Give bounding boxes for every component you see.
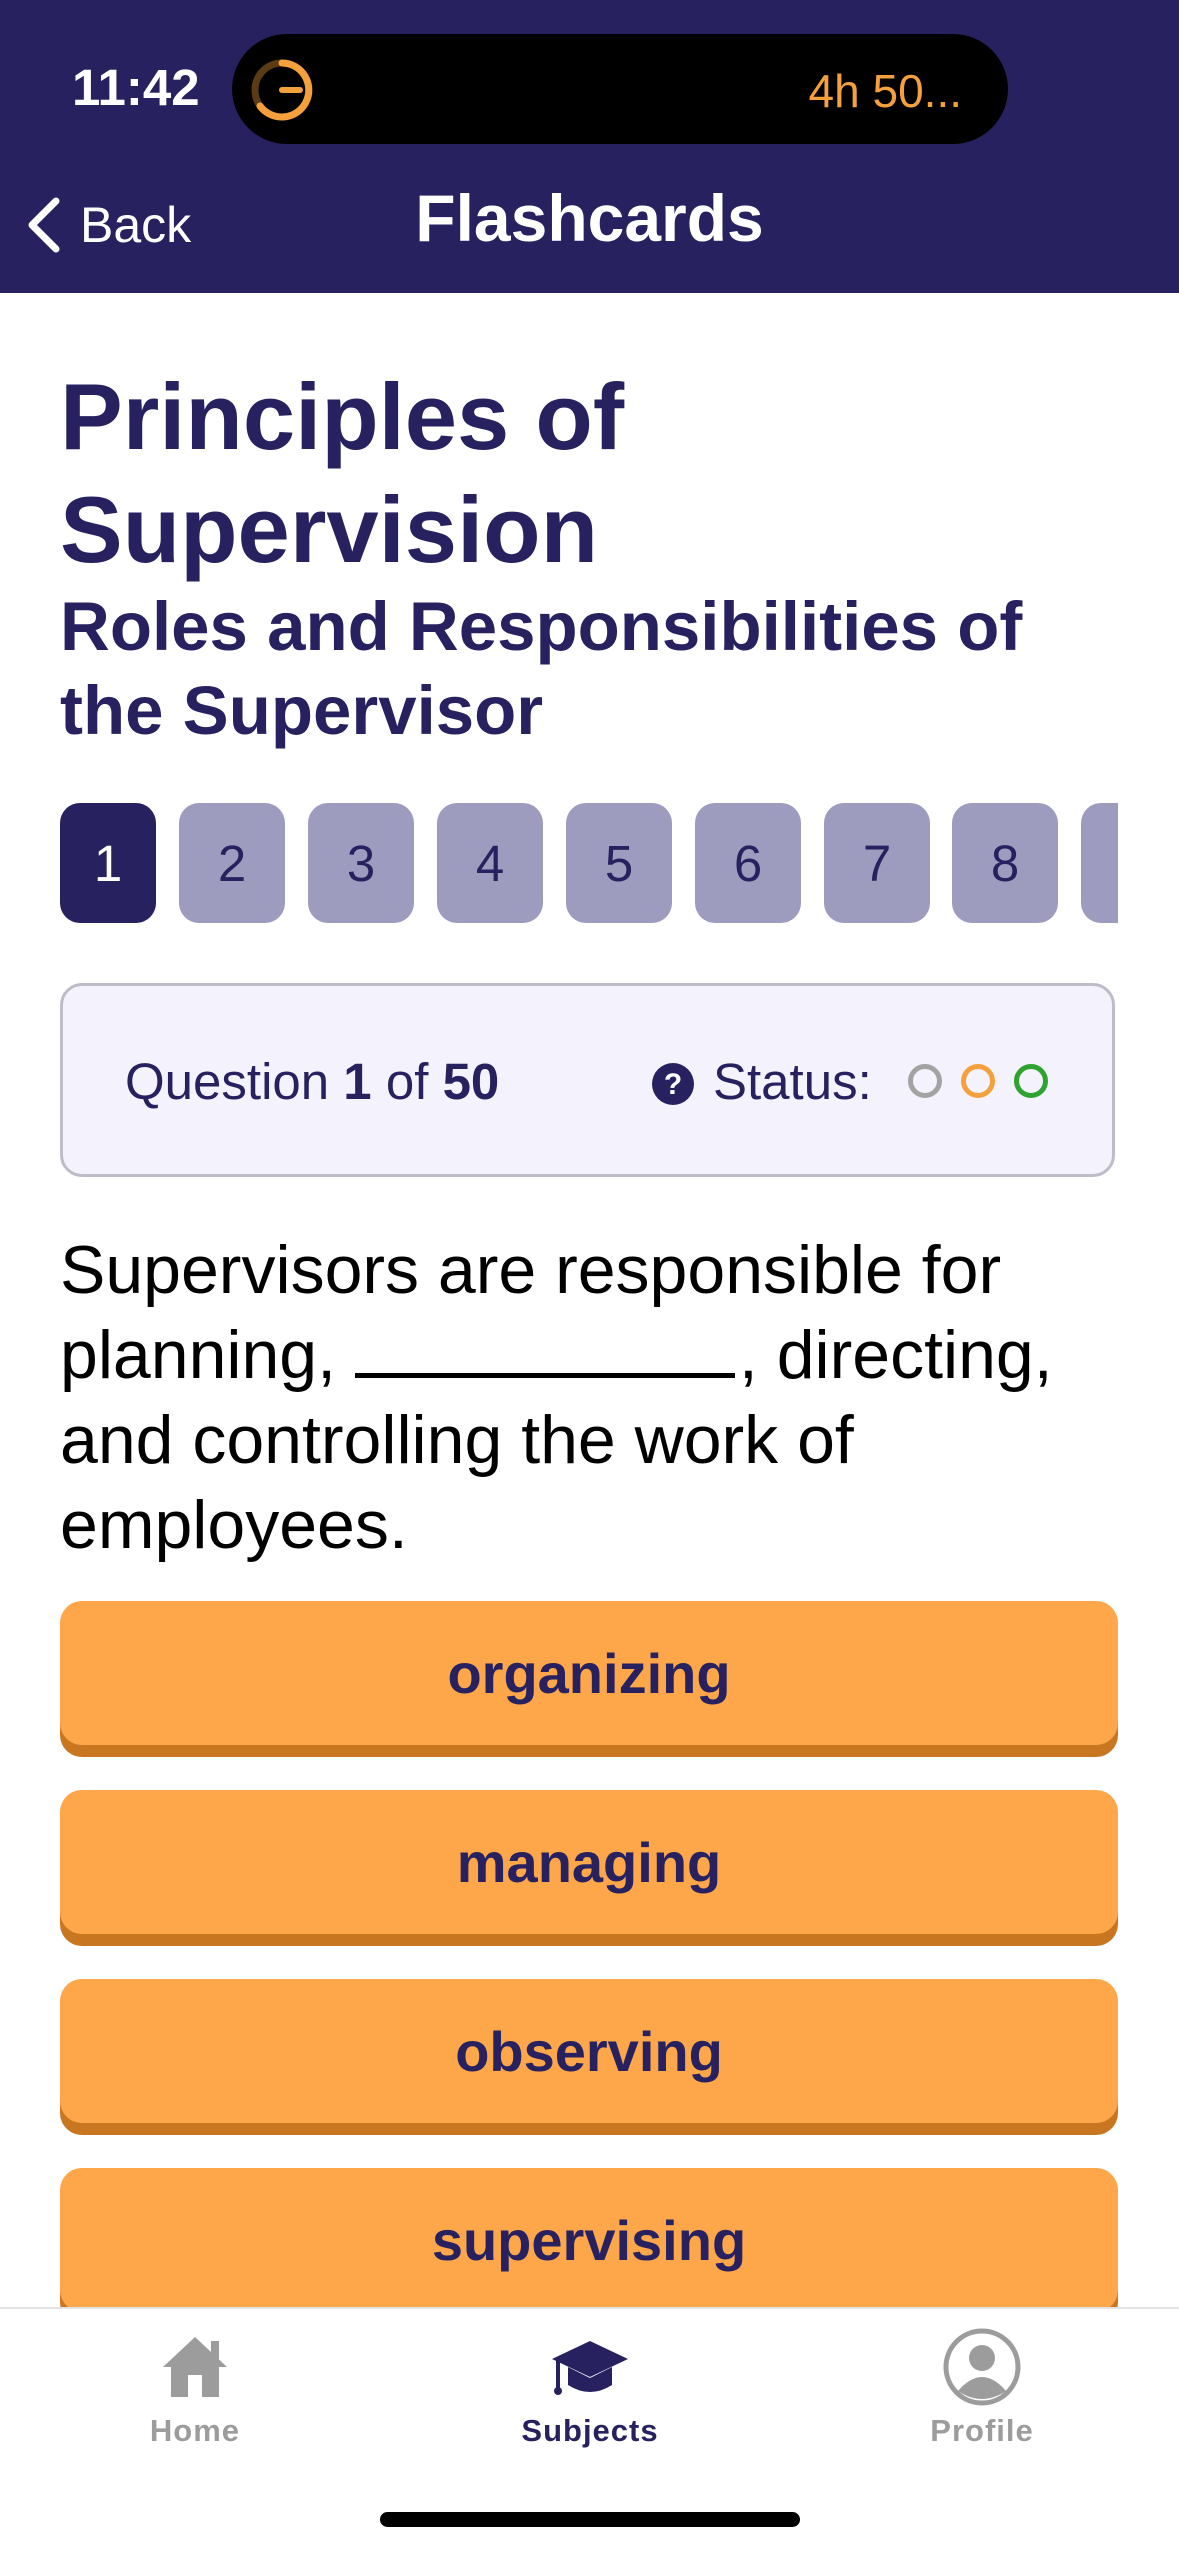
subject-title: Principles of Supervision: [60, 364, 625, 582]
question-counter: Question 1 of 50: [125, 1052, 499, 1111]
page-button-7[interactable]: 7: [824, 803, 930, 923]
page-button-6[interactable]: 6: [695, 803, 801, 923]
timer-icon: [251, 59, 313, 121]
user-circle-icon: [943, 2328, 1021, 2406]
tab-label-subjects: Subjects: [521, 2413, 659, 2448]
tab-subjects[interactable]: Subjects: [440, 2309, 740, 2479]
live-activity-text: 4h 50...: [808, 65, 962, 117]
page-button-2[interactable]: 2: [179, 803, 285, 923]
answer-option-observing[interactable]: observing: [60, 1979, 1118, 2123]
dynamic-island[interactable]: 4h 50...: [232, 34, 1008, 144]
question-text: Supervisors are responsible for planning…: [60, 1228, 1140, 1568]
answer-option-organizing[interactable]: organizing: [60, 1601, 1118, 1745]
answer-blank: [354, 1319, 735, 1378]
status-dot-mastered: [1014, 1064, 1048, 1098]
question-info-card: Question 1 of 50 ? Status:: [60, 983, 1115, 1177]
answer-option-supervising[interactable]: supervising: [60, 2168, 1118, 2312]
status-time: 11:42: [72, 59, 200, 116]
tab-home[interactable]: Home: [45, 2309, 345, 2479]
question-pager[interactable]: 1 2 3 4 5 6 7 8: [60, 803, 1118, 923]
question-mark-icon[interactable]: ?: [651, 1062, 695, 1106]
question-word: Question: [125, 1053, 330, 1110]
status-label: Status:: [713, 1053, 872, 1110]
header-bar: 11:42 4h 50... Back Flashcards: [0, 0, 1179, 293]
page-button-1[interactable]: 1: [60, 803, 156, 923]
page-button-8[interactable]: 8: [952, 803, 1058, 923]
graduation-cap-icon: [552, 2341, 628, 2395]
page-button-4[interactable]: 4: [437, 803, 543, 923]
current-question-number: 1: [343, 1053, 372, 1110]
of-word: of: [385, 1053, 429, 1110]
page-button-3[interactable]: 3: [308, 803, 414, 923]
tab-label-profile: Profile: [930, 2413, 1034, 2448]
page-button-5[interactable]: 5: [566, 803, 672, 923]
svg-text:?: ?: [664, 1068, 682, 1101]
house-icon: [163, 2337, 227, 2397]
tab-label-home: Home: [149, 2413, 241, 2448]
total-questions: 50: [442, 1053, 500, 1110]
status-dot-learning: [961, 1064, 995, 1098]
answer-option-managing[interactable]: managing: [60, 1790, 1118, 1934]
home-indicator[interactable]: [380, 2512, 800, 2527]
page-title: Flashcards: [415, 181, 764, 255]
status-dot-unseen: [908, 1064, 942, 1098]
tab-profile[interactable]: Profile: [832, 2309, 1132, 2479]
page-button-9[interactable]: [1081, 803, 1118, 923]
topic-title: Roles and Responsibilities of the Superv…: [60, 588, 1023, 749]
